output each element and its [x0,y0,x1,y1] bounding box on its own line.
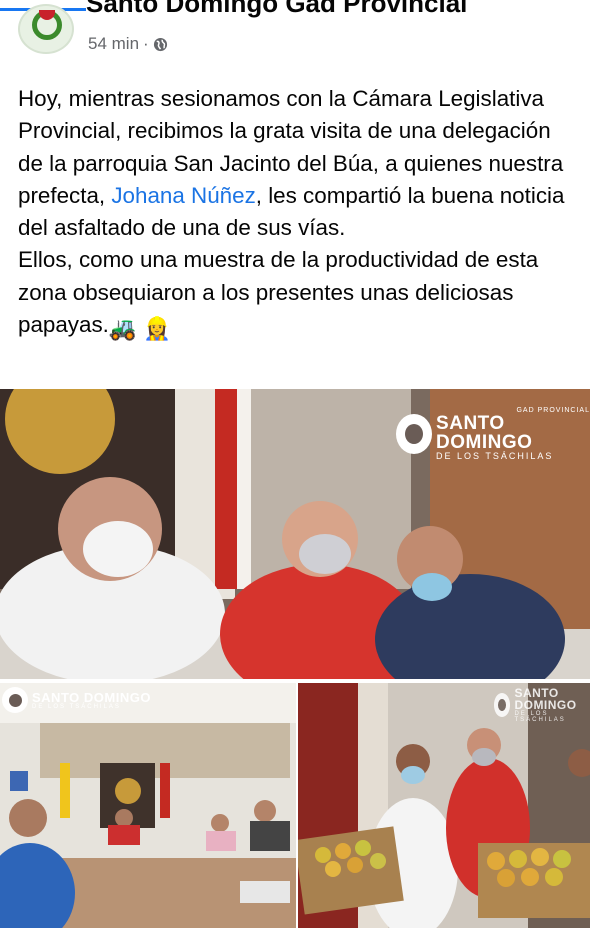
watermark-papayas: SANTO DOMINGO DE LOS TSÁCHILAS [494,687,590,723]
meta-separator: · [143,34,149,53]
post-time[interactable]: 54 min [88,34,139,54]
watermark-room-main-text: SANTO DOMINGO [32,689,151,705]
room-photo-illustration [0,683,296,928]
watermark-room: SANTO DOMINGO DE LOS TSÁCHILAS [2,687,151,713]
page-name-link[interactable]: Santo Domingo Gad Provincial [86,0,467,19]
watermark-papayas-logo-icon [494,693,511,717]
watermark-papayas-sub-text: DE LOS TSÁCHILAS [514,711,566,723]
watermark-sub-text: DE LOS TSÁCHILAS [436,451,554,461]
tractor-emoji-icon: 🚜 [108,316,137,342]
post-text: Hoy, mientras sesionamos con la Cámara L… [18,83,578,345]
watermark-main: GAD PROVINCIAL SANTO DOMINGO DE LOS TSÁC… [396,407,590,461]
watermark-room-logo-icon [2,687,28,713]
watermark-papayas-main-text: SANTO DOMINGO [514,686,577,712]
post-paragraph-1: Hoy, mientras sesionamos con la Cámara L… [18,83,578,244]
mention-link[interactable]: Johana Núñez [111,183,255,208]
globe-icon [153,37,167,51]
paragraph-2-text: Ellos, como una muestra de la productivi… [18,247,539,338]
watermark-main-text: SANTO DOMINGO [436,413,533,453]
post-paragraph-2: Ellos, como una muestra de la productivi… [18,244,578,345]
post-photo-papayas[interactable]: SANTO DOMINGO DE LOS TSÁCHILAS [298,683,590,928]
post-photo-main[interactable]: GAD PROVINCIAL SANTO DOMINGO DE LOS TSÁC… [0,389,590,679]
post-meta: 54 min · [88,34,168,54]
page-avatar[interactable] [18,4,74,54]
watermark-logo-icon [396,414,433,454]
post-photo-room[interactable]: SANTO DOMINGO DE LOS TSÁCHILAS [0,683,296,928]
construction-worker-emoji-icon: 👷‍♀️ [143,316,171,342]
